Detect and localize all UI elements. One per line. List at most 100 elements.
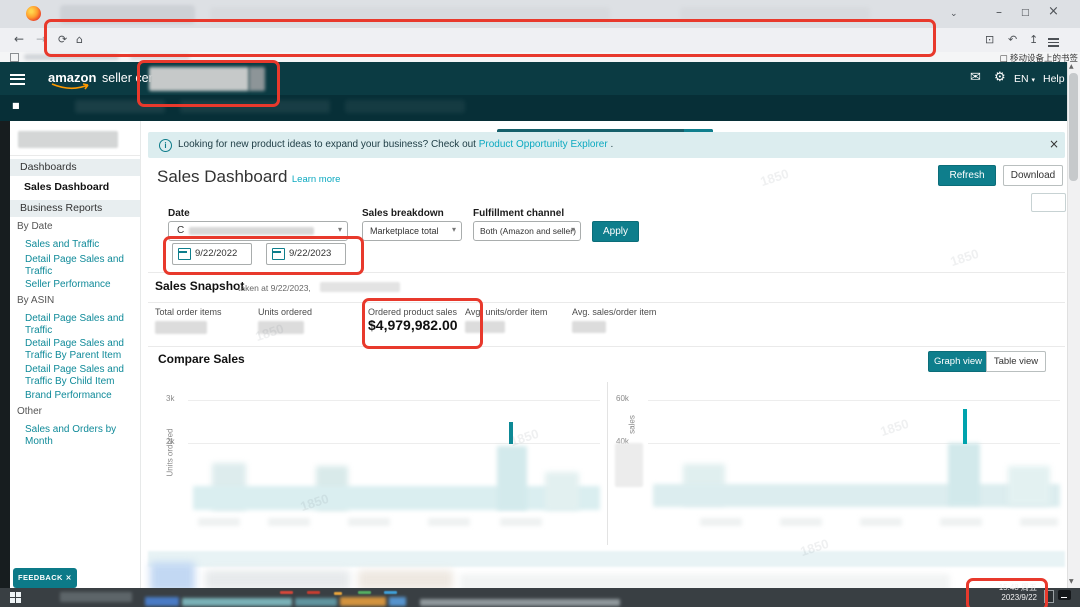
taskbar-app-blur[interactable]: [145, 597, 179, 606]
learn-more-link[interactable]: Learn more: [292, 174, 341, 185]
window-maximize-icon[interactable]: □: [1021, 8, 1030, 19]
windows-start-icon[interactable]: [10, 592, 21, 603]
sidebar-item-brand-performance[interactable]: Brand Performance: [25, 390, 129, 402]
tabs-overflow-icon[interactable]: ⌄: [950, 9, 958, 20]
taskbar-icon-blur: [358, 591, 371, 594]
calendar-icon[interactable]: [272, 248, 285, 260]
sidebar-header-dashboards: Dashboards: [10, 159, 140, 176]
undo-icon[interactable]: ↶: [1008, 34, 1017, 45]
snapshot-redacted: [320, 282, 400, 292]
x-axis-label-blur: [700, 518, 742, 526]
back-icon[interactable]: ←: [14, 34, 24, 45]
stat-value-redacted: [572, 321, 606, 333]
graph-view-button[interactable]: Graph view: [928, 351, 988, 372]
bookmark-folder-icon[interactable]: [10, 53, 19, 62]
banner-text: Looking for new product ideas to expand …: [178, 139, 613, 150]
firefox-icon[interactable]: [26, 6, 41, 21]
feedback-close-icon[interactable]: ×: [65, 573, 72, 582]
window-minimize-icon[interactable]: –: [996, 7, 1002, 18]
highlight-bar-sales[interactable]: [963, 409, 967, 444]
apply-button[interactable]: Apply: [592, 221, 639, 242]
show-hidden-icons-button[interactable]: [1044, 590, 1054, 603]
taskbar-app-blur[interactable]: [389, 597, 406, 606]
x-axis-label-blur: [780, 518, 822, 526]
x-axis-label-blur: [1020, 518, 1058, 526]
product-opportunity-explorer-link[interactable]: Product Opportunity Explorer: [479, 139, 608, 150]
chevron-down-icon: ▾: [338, 225, 342, 234]
gridline: [188, 400, 600, 401]
clock-date: 2023/9/22: [963, 593, 1037, 603]
x-axis-label-blur: [428, 518, 470, 526]
taskbar-app-blur[interactable]: [295, 598, 337, 606]
fulfillment-channel-value: Both (Amazon and seller): [480, 226, 576, 236]
collapsed-menu-strip: [0, 121, 10, 588]
taskbar: 15:48 周五 2023/9/22: [0, 588, 1080, 607]
forward-icon[interactable]: →: [36, 34, 46, 45]
refresh-button[interactable]: Refresh: [938, 165, 996, 186]
gear-icon[interactable]: ⚙: [994, 71, 1006, 84]
sales-breakdown-dropdown[interactable]: Marketplace total ▾: [362, 221, 462, 241]
sales-snapshot-title: Sales Snapshot: [155, 279, 244, 293]
screen: ⌄ – □ × ← → ⟳ ⌂ ○ ⇄ https://seller ▦ ☆ ⊡…: [0, 0, 1080, 607]
action-center-icon[interactable]: [1058, 590, 1071, 600]
feedback-label: FEEDBACK: [18, 573, 63, 582]
share-icon[interactable]: ↥: [1029, 34, 1038, 45]
taskbar-app-blur[interactable]: [340, 597, 386, 606]
blurred-bar: [948, 443, 980, 505]
account-switcher-redacted[interactable]: [149, 67, 249, 91]
feedback-button[interactable]: FEEDBACK ×: [13, 568, 77, 588]
browser-tab[interactable]: [60, 5, 195, 24]
edit-button[interactable]: Edit: [1031, 193, 1066, 212]
sidebar-item-detail-page-child-item[interactable]: Detail Page Sales and Traffic By Child I…: [25, 364, 129, 388]
watermark: 1850: [758, 166, 790, 189]
language-selector[interactable]: EN ▾: [1014, 73, 1035, 85]
sidebar-item-sales-orders-by-month[interactable]: Sales and Orders by Month: [25, 424, 129, 448]
taskbar-clock[interactable]: 15:48 周五 2023/9/22: [963, 583, 1037, 603]
date-to-input[interactable]: 9/22/2023: [266, 243, 346, 265]
taskbar-app-blur[interactable]: [182, 598, 292, 606]
taskbar-icon-blur: [334, 592, 342, 595]
hamburger-menu-icon[interactable]: [10, 71, 25, 87]
sidebar-item-sales-and-traffic[interactable]: Sales and Traffic: [25, 239, 129, 251]
help-link[interactable]: Help: [1043, 73, 1065, 85]
download-button[interactable]: Download: [1003, 165, 1063, 186]
scroll-up-icon[interactable]: ▲: [1069, 63, 1074, 70]
reload-icon[interactable]: ⟳: [58, 34, 67, 45]
window-close-icon[interactable]: ×: [1048, 6, 1059, 17]
chevron-down-icon: ▾: [571, 225, 575, 234]
sidebar-header-business-reports: Business Reports: [10, 200, 140, 217]
scroll-down-icon[interactable]: ▼: [1069, 578, 1074, 585]
gridline: [648, 443, 1060, 444]
menu-icon[interactable]: [1048, 36, 1059, 49]
date-to-value: 9/22/2023: [289, 248, 331, 259]
screenshot-icon[interactable]: ⊡: [985, 34, 994, 45]
date-range-dropdown[interactable]: C ▾: [168, 221, 348, 241]
clock-time-row: 15:48 周五: [963, 583, 1037, 593]
sidebar-item-detail-page-sales-traffic[interactable]: Detail Page Sales and Traffic: [25, 254, 129, 278]
home-icon[interactable]: ⌂: [76, 34, 83, 45]
calendar-icon[interactable]: [178, 248, 191, 260]
gridline: [648, 400, 1060, 401]
bookmarks-blur: [24, 54, 119, 60]
watermark: 1850: [948, 246, 980, 269]
scrollbar-thumb[interactable]: [1069, 73, 1078, 181]
sidebar-item-seller-performance[interactable]: Seller Performance: [25, 279, 129, 291]
sidebar-item-sales-dashboard[interactable]: Sales Dashboard: [24, 181, 109, 193]
blurred-band: [653, 484, 1060, 507]
compare-sales-title: Compare Sales: [158, 352, 245, 366]
date-from-input[interactable]: 9/22/2022: [172, 243, 252, 265]
table-view-button[interactable]: Table view: [986, 351, 1046, 372]
tab-strip-blur: [210, 7, 610, 22]
banner-close-icon[interactable]: ×: [1049, 137, 1059, 151]
divider: [148, 302, 1065, 303]
fulfillment-channel-dropdown[interactable]: Both (Amazon and seller) ▾: [473, 221, 581, 241]
sidebar-item-detail-page-parent-item[interactable]: Detail Page Sales and Traffic By Parent …: [25, 338, 129, 362]
x-axis-label-blur: [348, 518, 390, 526]
mail-icon[interactable]: ✉: [970, 71, 981, 84]
account-switcher-caret-redacted[interactable]: [249, 67, 265, 91]
x-axis-label-blur: [198, 518, 240, 526]
sidebar-item-detail-page-sales-traffic-asin[interactable]: Detail Page Sales and Traffic: [25, 313, 129, 337]
date-range-blur: [189, 227, 314, 235]
page-title-row: Sales Dashboard Learn more: [157, 167, 340, 187]
language-label: EN: [1014, 73, 1029, 85]
